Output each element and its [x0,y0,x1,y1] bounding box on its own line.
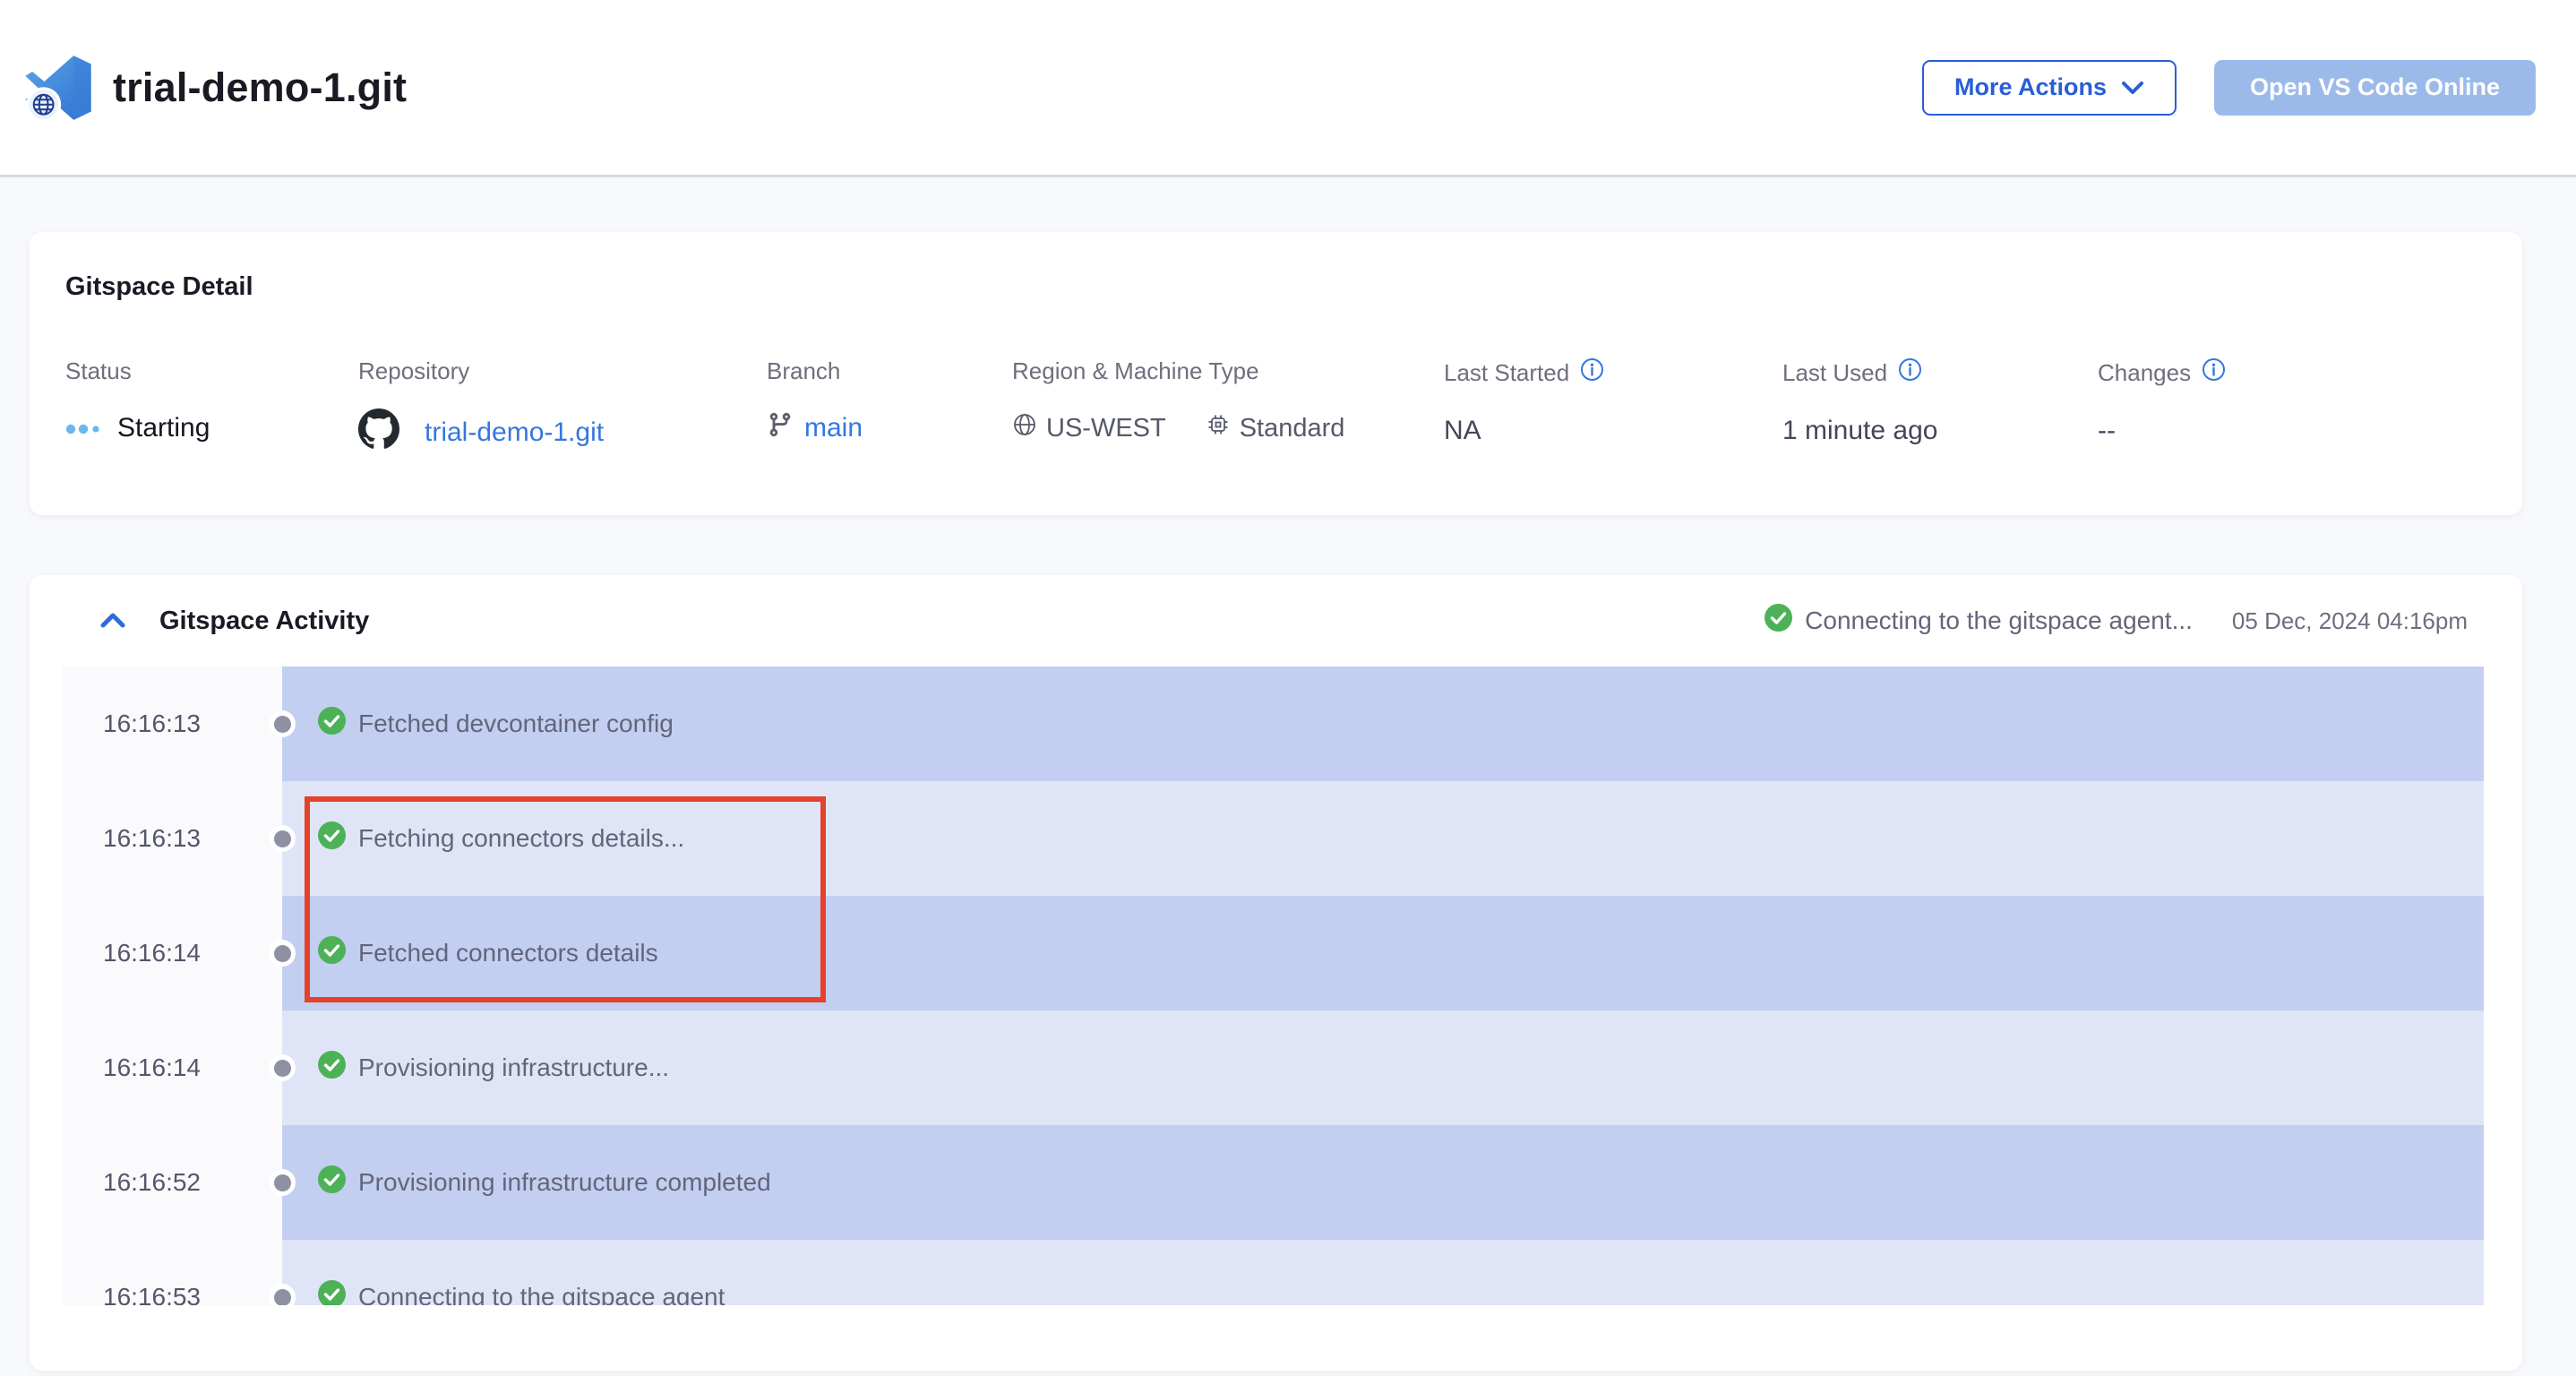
field-region-machine: Region & Machine Type US-WEST [1012,357,1444,457]
activity-timestamp: 05 Dec, 2024 04:16pm [2232,607,2468,635]
activity-log-row: 16:16:14 Fetched connectors details [62,896,2484,1010]
activity-row-message: Connecting to the gitspace agent [358,1283,725,1305]
open-vscode-online-button[interactable]: Open VS Code Online [2214,60,2536,116]
last-started-label: Last Started [1444,359,1569,387]
changes-value: -- [2098,411,2486,451]
activity-row-message: Fetched connectors details [358,939,658,968]
activity-row-time: 16:16:53 [62,1240,282,1305]
machine-type-chip-icon [1206,412,1231,444]
activity-header: Gitspace Activity Connecting to the gits… [30,575,2522,666]
page-title: trial-demo-1.git [113,64,407,111]
timeline-dot-icon [269,1169,296,1196]
timeline-dot-icon [269,1054,296,1081]
timeline-dot-icon [269,710,296,737]
field-status: Status Starting [65,357,358,457]
activity-row-time: 16:16:13 [62,781,282,896]
activity-title: Gitspace Activity [159,606,369,636]
detail-fields: Status Starting Repository [65,357,2486,457]
success-check-icon [318,1165,346,1200]
gitspace-activity-card: Gitspace Activity Connecting to the gits… [30,575,2522,1371]
activity-log-row: 16:16:14 Provisioning infrastructure... [62,1010,2484,1125]
github-icon [358,408,399,457]
last-started-value: NA [1444,411,1782,451]
activity-row-time: 16:16:14 [62,1010,282,1125]
region-value: US-WEST [1046,414,1166,443]
collapse-chevron-up-icon[interactable] [99,611,127,631]
branch-label: Branch [767,357,1012,385]
timeline-dot-icon [269,940,296,967]
status-starting-dots-icon [65,413,103,443]
git-branch-icon [767,411,794,445]
activity-log: 16:16:13 Fetched devcontainer config 16:… [62,666,2484,1305]
machine-type-value: Standard [1240,414,1345,443]
info-icon[interactable] [2202,357,2226,388]
success-check-icon [318,1051,346,1085]
activity-row-time: 16:16:52 [62,1125,282,1240]
globe-icon [1012,412,1037,444]
activity-row-message: Fetched devcontainer config [358,710,674,738]
repository-link[interactable]: trial-demo-1.git [425,417,604,448]
last-used-label: Last Used [1782,359,1887,387]
activity-log-row: 16:16:53 Connecting to the gitspace agen… [62,1240,2484,1305]
field-changes: Changes -- [2098,357,2486,457]
vscode-gitspace-logo-icon [23,53,93,123]
last-used-value: 1 minute ago [1782,411,2098,451]
chevron-down-icon [2121,73,2144,101]
timeline-dot-icon [269,1284,296,1305]
field-repository: Repository trial-demo-1.git [358,357,767,457]
activity-log-row: 16:16:13 Fetched devcontainer config [62,666,2484,781]
activity-row-message: Fetching connectors details... [358,824,684,853]
branch-link[interactable]: main [804,413,863,443]
status-label: Status [65,357,358,385]
field-branch: Branch main [767,357,1012,457]
activity-log-row: 16:16:13 Fetching connectors details... [62,781,2484,896]
success-check-icon [318,821,346,856]
field-last-started: Last Started NA [1444,357,1782,457]
field-last-used: Last Used 1 minute ago [1782,357,2098,457]
success-check-icon [318,1280,346,1305]
info-icon[interactable] [1580,357,1604,388]
info-icon[interactable] [1898,357,1922,388]
activity-status-message: Connecting to the gitspace agent... [1805,606,2193,635]
region-machine-label: Region & Machine Type [1012,357,1444,385]
activity-row-message: Provisioning infrastructure completed [358,1168,771,1197]
gitspace-detail-heading: Gitspace Detail [65,272,2486,302]
timeline-dot-icon [269,825,296,852]
repository-label: Repository [358,357,767,385]
gitspace-detail-card: Gitspace Detail Status Starting Reposito… [30,232,2522,515]
status-value: Starting [117,413,210,443]
more-actions-button[interactable]: More Actions [1922,60,2177,116]
top-bar: trial-demo-1.git More Actions Open VS Co… [0,0,2576,177]
activity-row-time: 16:16:14 [62,896,282,1010]
success-check-icon [318,707,346,741]
more-actions-label: More Actions [1954,73,2107,101]
activity-log-row: 16:16:52 Provisioning infrastructure com… [62,1125,2484,1240]
changes-label: Changes [2098,359,2191,387]
activity-row-message: Provisioning infrastructure... [358,1054,669,1082]
success-check-icon [318,936,346,970]
activity-row-time: 16:16:13 [62,666,282,781]
success-check-icon [1765,604,1792,638]
